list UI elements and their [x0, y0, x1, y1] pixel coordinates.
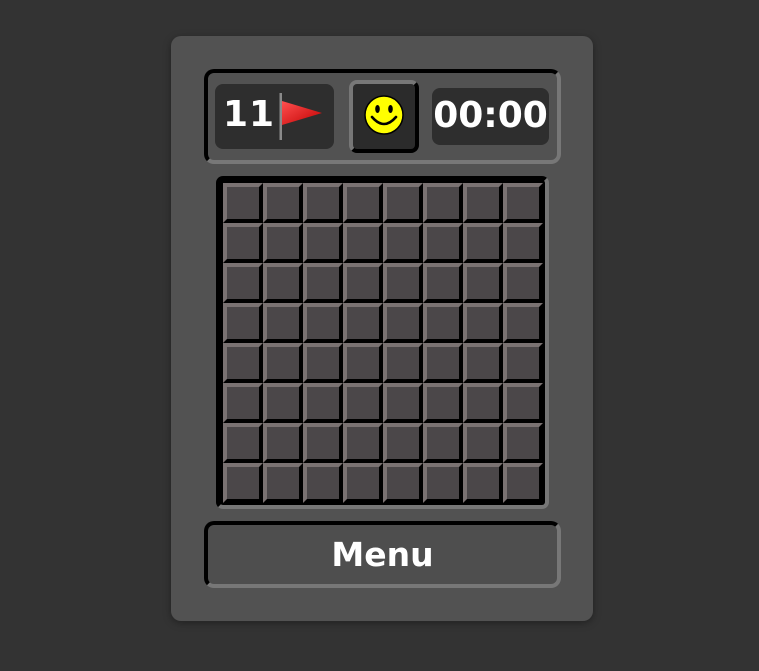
minefield-cell[interactable] — [263, 463, 303, 503]
minefield-cell[interactable] — [423, 463, 463, 503]
minefield-cell[interactable] — [223, 263, 263, 303]
minefield-cell[interactable] — [383, 463, 423, 503]
minefield-cell[interactable] — [263, 183, 303, 223]
minefield-cell[interactable] — [303, 463, 343, 503]
minefield-cell[interactable] — [463, 223, 503, 263]
minefield-cell[interactable] — [503, 463, 543, 503]
minefield-cell[interactable] — [463, 383, 503, 423]
minefield-cell[interactable] — [463, 423, 503, 463]
minefield-cell[interactable] — [383, 423, 423, 463]
minefield-cell[interactable] — [263, 423, 303, 463]
minefield-cell[interactable] — [303, 183, 343, 223]
minefield-cell[interactable] — [463, 343, 503, 383]
minefield-cell[interactable] — [383, 223, 423, 263]
minefield-cell[interactable] — [463, 263, 503, 303]
minefield-grid — [216, 176, 549, 509]
timer-display: 00:00 — [432, 88, 549, 145]
minefield-cell[interactable] — [303, 263, 343, 303]
minefield-cell[interactable] — [503, 223, 543, 263]
minefield-cell[interactable] — [503, 303, 543, 343]
flag-icon — [279, 93, 322, 140]
minefield-cell[interactable] — [503, 263, 543, 303]
minefield-cell[interactable] — [223, 183, 263, 223]
minefield-cell[interactable] — [223, 423, 263, 463]
minefield-cell[interactable] — [343, 183, 383, 223]
minefield-cell[interactable] — [423, 383, 463, 423]
minefield-cell[interactable] — [263, 263, 303, 303]
minefield-cell[interactable] — [343, 343, 383, 383]
minefield-cell[interactable] — [383, 303, 423, 343]
minefield-cell[interactable] — [423, 423, 463, 463]
smiley-face-icon — [364, 95, 404, 135]
minefield-cell[interactable] — [223, 223, 263, 263]
reset-face-button[interactable] — [349, 80, 419, 153]
minefield-cell[interactable] — [223, 383, 263, 423]
minefield-cell[interactable] — [383, 183, 423, 223]
minefield-cell[interactable] — [343, 463, 383, 503]
flags-remaining-value: 11 — [223, 94, 276, 135]
minefield-cell[interactable] — [503, 383, 543, 423]
minefield-cell[interactable] — [303, 223, 343, 263]
minefield-cell[interactable] — [423, 343, 463, 383]
minefield-cell[interactable] — [303, 343, 343, 383]
minefield-cell[interactable] — [263, 223, 303, 263]
minefield-cell[interactable] — [423, 303, 463, 343]
minefield-cell[interactable] — [503, 183, 543, 223]
minefield-cell[interactable] — [423, 223, 463, 263]
minefield-cell[interactable] — [263, 383, 303, 423]
minefield-cell[interactable] — [263, 343, 303, 383]
minefield-cell[interactable] — [223, 463, 263, 503]
minefield-cell[interactable] — [343, 383, 383, 423]
game-header: 11 00:00 — [204, 69, 561, 164]
menu-button[interactable]: Menu — [204, 521, 561, 588]
timer-value: 00:00 — [433, 95, 548, 136]
minefield-cell[interactable] — [423, 183, 463, 223]
minefield-cell[interactable] — [503, 343, 543, 383]
minefield-cell[interactable] — [503, 423, 543, 463]
minefield-cell[interactable] — [463, 303, 503, 343]
minefield-cell[interactable] — [343, 423, 383, 463]
flag-counter: 11 — [215, 84, 334, 149]
minefield-cell[interactable] — [223, 343, 263, 383]
minefield-cell[interactable] — [303, 303, 343, 343]
minefield-cell[interactable] — [223, 303, 263, 343]
minefield-cell[interactable] — [263, 303, 303, 343]
minefield-cell[interactable] — [343, 263, 383, 303]
minefield-cell[interactable] — [303, 383, 343, 423]
minefield-cell[interactable] — [383, 383, 423, 423]
minefield-cell[interactable] — [463, 183, 503, 223]
minefield-cell[interactable] — [463, 463, 503, 503]
minefield-cell[interactable] — [383, 343, 423, 383]
minefield-cell[interactable] — [343, 223, 383, 263]
minefield-cell[interactable] — [383, 263, 423, 303]
game-panel: 11 00:00 Menu — [171, 36, 593, 621]
minefield-cell[interactable] — [303, 423, 343, 463]
minefield-cell[interactable] — [343, 303, 383, 343]
minefield-cell[interactable] — [423, 263, 463, 303]
